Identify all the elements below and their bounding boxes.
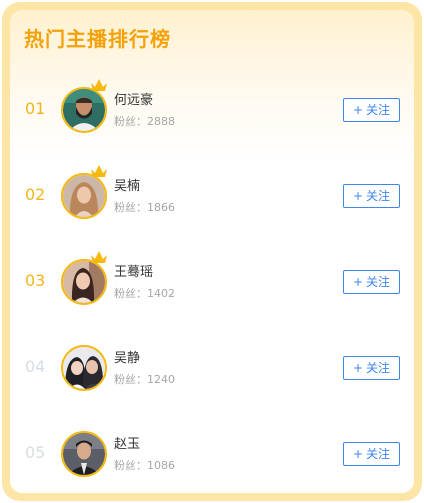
anchor-row: 05 赵玉 粉丝：1086 + 关注 [10,424,414,484]
anchor-name: 王蓦瑶 [114,265,154,280]
crown-icon [91,251,107,263]
follow-button[interactable]: + 关注 [343,184,400,208]
rank-number: 02 [25,185,46,204]
anchor-fans: 粉丝：1086 [114,459,175,472]
rank-number: 05 [25,443,46,462]
rank-number: 04 [25,357,46,376]
avatar-container[interactable] [61,345,107,391]
avatar-container[interactable] [61,165,107,219]
crown-icon [91,79,107,91]
male-avatar-bearded-icon [63,89,105,131]
avatar-container[interactable] [61,431,107,477]
anchor-name: 赵玉 [114,437,141,452]
avatar[interactable] [61,87,107,133]
rank-number: 03 [25,271,46,290]
crown-icon [91,165,107,177]
anchor-name: 何远豪 [114,93,154,108]
rank-number: 01 [25,99,46,118]
plus-icon: + [352,447,364,461]
anchor-row: 03 王蓦瑶 粉丝：1402 + 关注 [10,251,414,312]
couple-avatar-icon [63,347,105,389]
plus-icon: + [352,275,364,289]
female-avatar-blonde-icon [63,175,105,217]
ranking-title: 热门主播排行榜 [24,27,171,51]
avatar[interactable] [61,173,107,219]
follow-button[interactable]: + 关注 [343,98,400,122]
follow-button[interactable]: + 关注 [343,442,400,466]
follow-label: 关注 [366,275,391,289]
anchor-name: 吴楠 [114,179,141,194]
anchor-name: 吴静 [114,351,141,366]
anchor-fans: 粉丝：1240 [114,373,175,386]
female-avatar-dark-hair-icon [63,261,105,303]
anchor-fans: 粉丝：2888 [114,115,175,128]
anchor-row: 01 何远豪 粉丝：2888 + 关注 [10,79,414,140]
avatar-container[interactable] [61,79,107,133]
anchor-row: 04 吴静 粉丝：1240 + 关注 [10,338,414,398]
follow-label: 关注 [366,189,391,203]
follow-button[interactable]: + 关注 [343,270,400,294]
ranking-card: 热门主播排行榜 01 何远豪 粉丝：2888 + 关注 02 吴楠 粉丝：186… [10,10,414,493]
avatar[interactable] [61,259,107,305]
plus-icon: + [352,361,364,375]
follow-label: 关注 [366,361,391,375]
follow-label: 关注 [366,447,391,461]
avatar[interactable] [61,345,107,391]
ranking-frame: 热门主播排行榜 01 何远豪 粉丝：2888 + 关注 02 吴楠 粉丝：186… [2,2,422,501]
anchor-row: 02 吴楠 粉丝：1866 + 关注 [10,165,414,226]
anchor-fans: 粉丝：1866 [114,201,175,214]
follow-label: 关注 [366,103,391,117]
avatar[interactable] [61,431,107,477]
plus-icon: + [352,189,364,203]
avatar-container[interactable] [61,251,107,305]
plus-icon: + [352,103,364,117]
anchor-fans: 粉丝：1402 [114,287,175,300]
male-avatar-suit-icon [63,433,105,475]
follow-button[interactable]: + 关注 [343,356,400,380]
